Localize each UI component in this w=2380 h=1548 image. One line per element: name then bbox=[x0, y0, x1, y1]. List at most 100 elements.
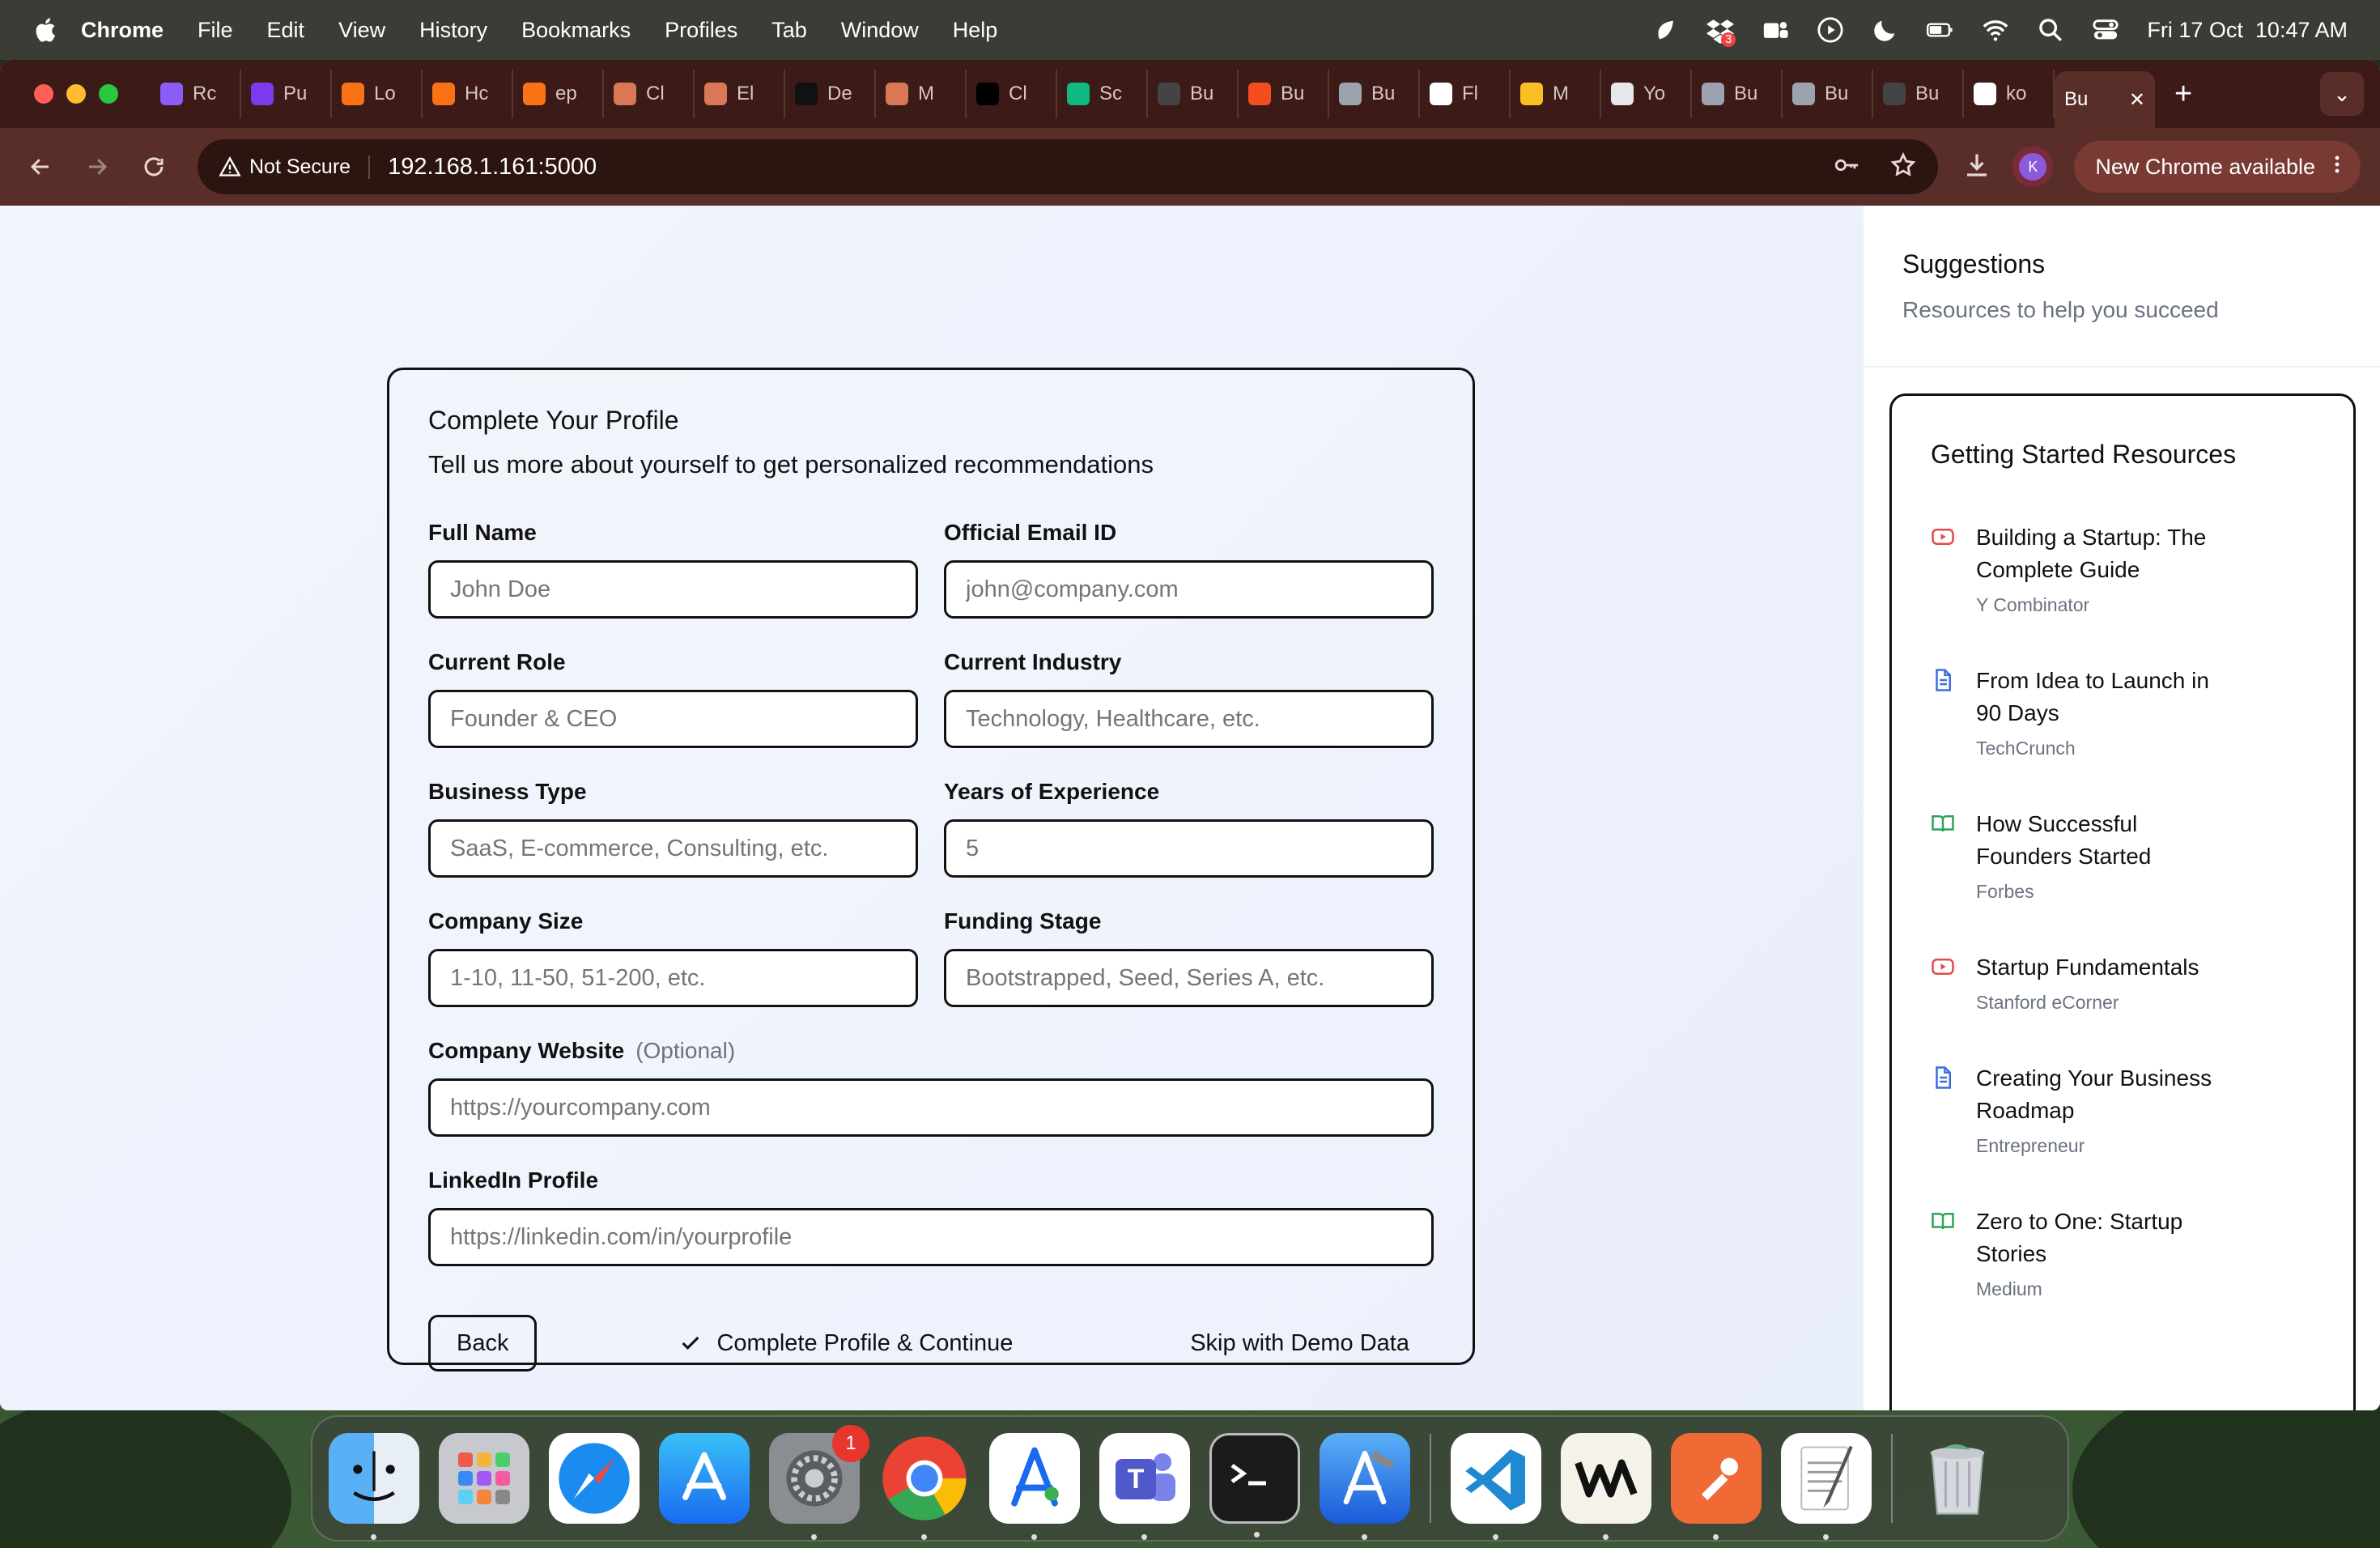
tab-favicon-icon bbox=[1611, 83, 1634, 105]
arrow-left-icon bbox=[30, 159, 49, 175]
browser-tab[interactable]: Lo bbox=[332, 70, 423, 118]
tab-active[interactable]: Bu ✕ bbox=[2055, 71, 2155, 128]
menu-view[interactable]: View bbox=[338, 18, 385, 43]
apple-icon[interactable] bbox=[32, 16, 57, 44]
xcode-icon[interactable] bbox=[1320, 1433, 1410, 1540]
menu-edit[interactable]: Edit bbox=[267, 18, 305, 43]
leaf-icon[interactable] bbox=[1651, 16, 1679, 44]
browser-tab[interactable]: El bbox=[695, 70, 785, 118]
postman-icon[interactable] bbox=[1671, 1433, 1762, 1540]
menu-profiles[interactable]: Profiles bbox=[665, 18, 737, 43]
browser-tab[interactable]: Bu bbox=[1239, 70, 1329, 118]
menu-app-name[interactable]: Chrome bbox=[81, 18, 164, 43]
browser-tab[interactable]: Bu bbox=[1692, 70, 1783, 118]
bookmark-star-icon[interactable] bbox=[1889, 151, 1917, 183]
menu-clock[interactable]: Fri 17 Oct 10:47 AM bbox=[2147, 18, 2348, 43]
security-chip[interactable]: Not Secure bbox=[219, 155, 371, 179]
dropbox-icon[interactable]: 3 bbox=[1706, 16, 1736, 47]
business-type-input[interactable] bbox=[428, 819, 918, 878]
experience-input[interactable] bbox=[944, 819, 1434, 878]
browser-tab[interactable]: Cl bbox=[604, 70, 695, 118]
email-input[interactable] bbox=[944, 560, 1434, 619]
resource-item[interactable]: How Successful Founders Started Forbes bbox=[1931, 808, 2314, 903]
browser-tab[interactable]: ko bbox=[1964, 70, 2055, 118]
warp-icon[interactable] bbox=[1561, 1433, 1651, 1540]
browser-tab[interactable]: Bu bbox=[1873, 70, 1964, 118]
trash-icon[interactable] bbox=[1912, 1433, 2003, 1524]
play-icon[interactable] bbox=[1817, 16, 1844, 44]
instruments-icon[interactable] bbox=[989, 1433, 1080, 1540]
menu-window[interactable]: Window bbox=[841, 18, 919, 43]
linkedin-input[interactable] bbox=[428, 1208, 1434, 1266]
menu-help[interactable]: Help bbox=[953, 18, 998, 43]
menu-file[interactable]: File bbox=[198, 18, 233, 43]
back-nav-button[interactable] bbox=[19, 146, 62, 188]
company-size-input[interactable] bbox=[428, 949, 918, 1007]
tab-label: Bu bbox=[2064, 88, 2089, 110]
industry-input[interactable] bbox=[944, 690, 1434, 748]
download-icon[interactable] bbox=[1962, 151, 1991, 184]
address-bar[interactable]: Not Secure 192.168.1.161:5000 bbox=[198, 139, 1939, 194]
tab-favicon-icon bbox=[1974, 83, 1996, 105]
system-settings-icon[interactable]: 1 bbox=[769, 1425, 869, 1540]
textedit-icon[interactable] bbox=[1781, 1433, 1872, 1540]
browser-tab[interactable]: Bu bbox=[1148, 70, 1239, 118]
chrome-icon[interactable] bbox=[879, 1433, 970, 1540]
teams-menu-icon[interactable] bbox=[1762, 16, 1789, 44]
menu-tab[interactable]: Tab bbox=[771, 18, 807, 43]
browser-tab[interactable]: Fl bbox=[1420, 70, 1511, 118]
skip-demo-button[interactable]: Skip with Demo Data bbox=[1190, 1330, 1409, 1357]
tab-close-icon[interactable]: ✕ bbox=[2129, 88, 2145, 112]
terminal-icon[interactable] bbox=[1209, 1433, 1300, 1537]
browser-tab[interactable]: ep bbox=[513, 70, 604, 118]
browser-tab[interactable]: Bu bbox=[1329, 70, 1420, 118]
browser-tab[interactable]: Sc bbox=[1057, 70, 1148, 118]
wifi-icon[interactable] bbox=[1982, 16, 2009, 44]
browser-tab[interactable]: Bu bbox=[1783, 70, 1873, 118]
browser-tab[interactable]: M bbox=[876, 70, 967, 118]
app-store-icon[interactable] bbox=[659, 1433, 750, 1524]
search-icon[interactable] bbox=[2037, 16, 2064, 44]
control-center-icon[interactable] bbox=[2092, 16, 2119, 44]
resource-item[interactable]: Zero to One: Startup Stories Medium bbox=[1931, 1206, 2314, 1300]
minimize-window-button[interactable] bbox=[66, 84, 86, 104]
new-tab-button[interactable]: + bbox=[2174, 77, 2192, 112]
browser-tab[interactable]: Yo bbox=[1601, 70, 1692, 118]
resource-item[interactable]: Creating Your Business Roadmap Entrepreneu… bbox=[1931, 1062, 2314, 1157]
safari-icon[interactable] bbox=[549, 1433, 640, 1524]
tab-favicon-icon bbox=[1067, 83, 1090, 105]
tab-search-button[interactable]: ⌄ bbox=[2320, 72, 2364, 116]
resource-item[interactable]: Building a Startup: The Complete Guide Y C… bbox=[1931, 521, 2314, 616]
finder-icon[interactable] bbox=[329, 1433, 419, 1540]
menu-history[interactable]: History bbox=[419, 18, 487, 43]
battery-icon[interactable] bbox=[1927, 16, 1954, 44]
funding-stage-input[interactable] bbox=[944, 949, 1434, 1007]
password-key-icon[interactable] bbox=[1833, 151, 1860, 183]
vscode-icon[interactable] bbox=[1451, 1433, 1541, 1540]
browser-tab[interactable]: Hc bbox=[423, 70, 513, 118]
zoom-window-button[interactable] bbox=[99, 84, 118, 104]
url-text[interactable]: 192.168.1.161:5000 bbox=[388, 154, 597, 181]
profile-avatar[interactable]: K bbox=[2012, 147, 2054, 187]
back-button[interactable]: Back bbox=[428, 1315, 538, 1372]
full-name-input[interactable] bbox=[428, 560, 918, 619]
forward-nav-button[interactable] bbox=[76, 146, 118, 188]
reload-button[interactable] bbox=[133, 146, 175, 188]
resource-item[interactable]: Startup Fundamentals Stanford eCorner bbox=[1931, 951, 2314, 1014]
teams-icon[interactable]: T bbox=[1099, 1433, 1190, 1540]
website-input[interactable] bbox=[428, 1078, 1434, 1137]
resource-item[interactable]: From Idea to Launch in 90 Days TechCrunch bbox=[1931, 665, 2314, 759]
chrome-update-button[interactable]: New Chrome available bbox=[2074, 141, 2361, 193]
browser-tab[interactable]: Pu bbox=[241, 70, 332, 118]
browser-tab[interactable]: Cl bbox=[967, 70, 1057, 118]
browser-tab[interactable]: De bbox=[785, 70, 876, 118]
menu-bookmarks[interactable]: Bookmarks bbox=[521, 18, 631, 43]
close-window-button[interactable] bbox=[34, 84, 53, 104]
moon-icon[interactable] bbox=[1872, 16, 1899, 44]
browser-tab[interactable]: M bbox=[1511, 70, 1601, 118]
running-dot bbox=[1603, 1534, 1609, 1540]
browser-tab[interactable]: Rc bbox=[151, 70, 241, 118]
complete-profile-button[interactable]: Complete Profile & Continue bbox=[679, 1330, 1013, 1357]
launchpad-icon[interactable] bbox=[439, 1433, 529, 1524]
role-input[interactable] bbox=[428, 690, 918, 748]
